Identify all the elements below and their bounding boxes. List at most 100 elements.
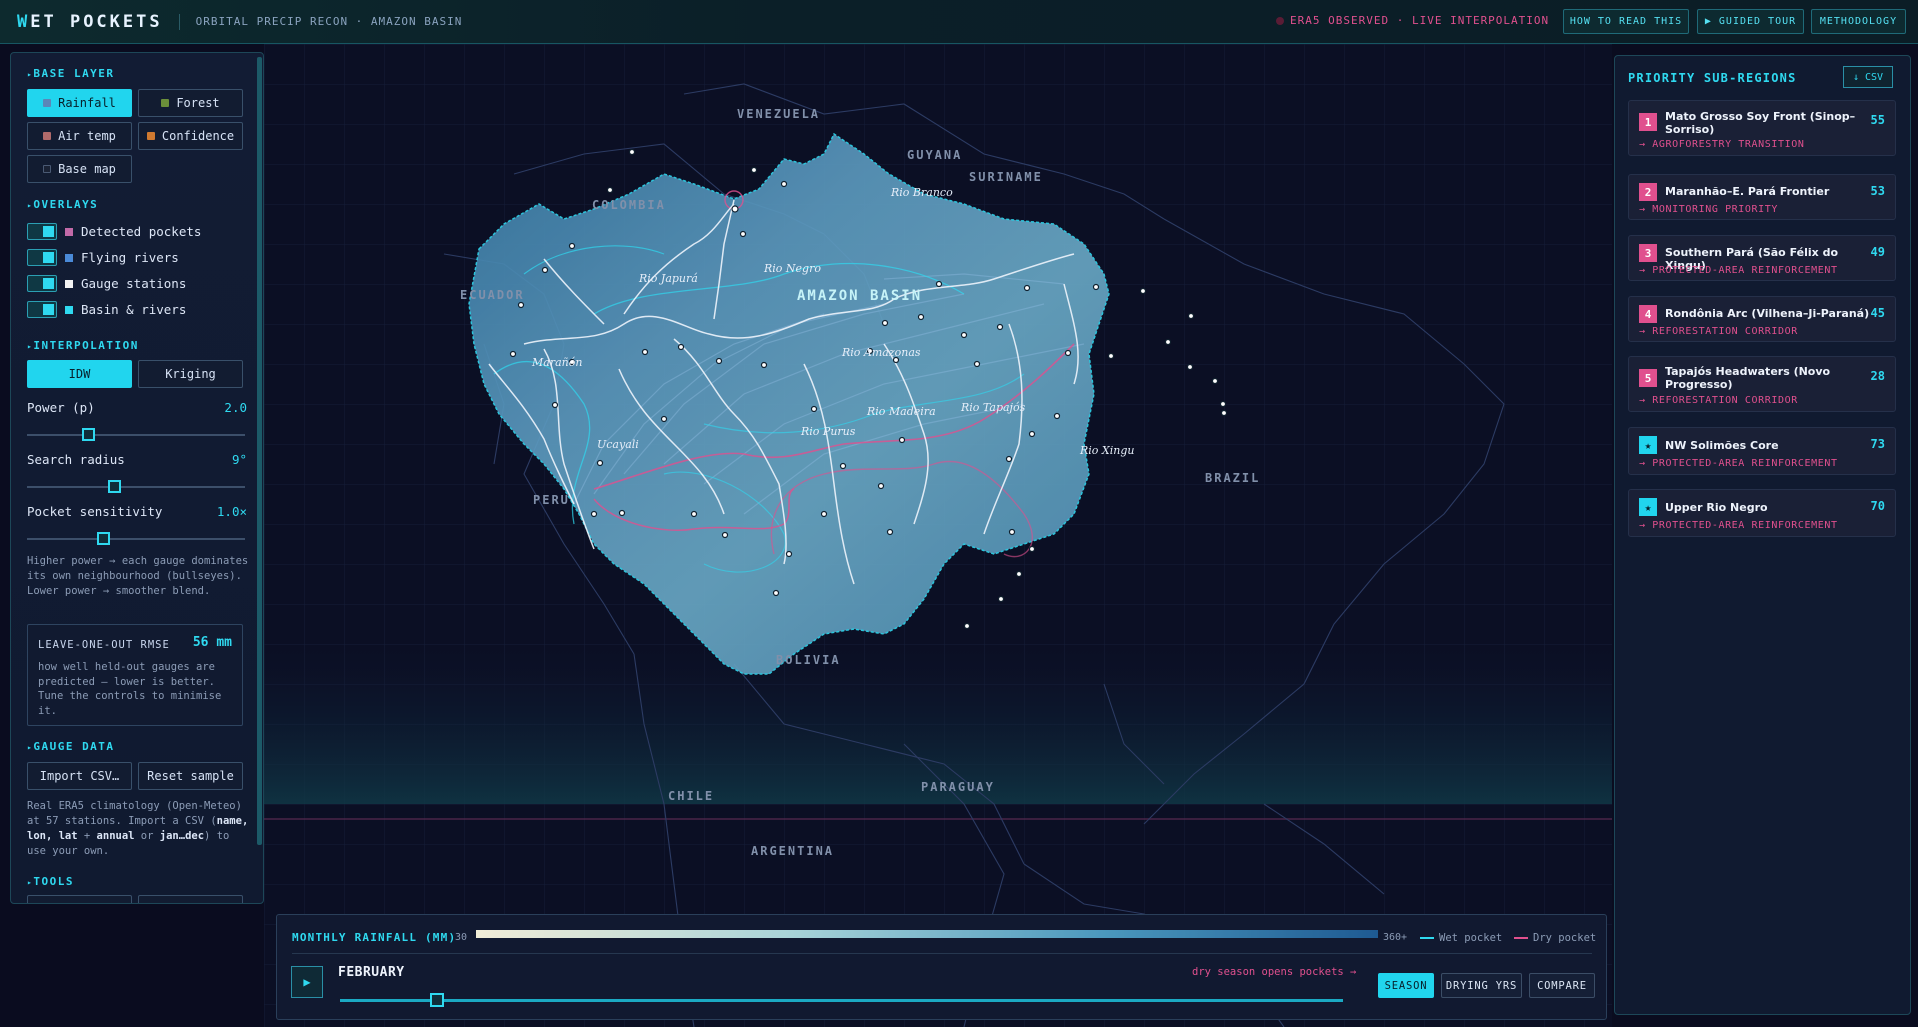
overlay-basin-rivers[interactable]: Basin & rivers (27, 301, 186, 318)
gauge-swatch-icon (65, 279, 73, 288)
tools-title: TOOLS (27, 875, 74, 888)
timeline-panel: MONTHLY RAINFALL (MM) 30 360+ Wet pocket… (276, 914, 1607, 1020)
basin-label: AMAZON BASIN (797, 288, 922, 304)
region-tag: → AGROFORESTRY TRANSITION (1639, 139, 1805, 150)
layer-rainfall-button[interactable]: Rainfall (27, 89, 132, 117)
reset-sample-button[interactable]: Reset sample (138, 762, 243, 790)
import-csv-button[interactable]: Import CSV… (27, 762, 132, 790)
rmse-card: LEAVE-ONE-OUT RMSE 56 mm how well held-o… (27, 624, 243, 726)
region-card[interactable]: 2 Maranhão–E. Pará Frontier 53 → MONITOR… (1628, 174, 1896, 220)
how-to-read-button[interactable]: HOW TO READ THIS (1563, 9, 1689, 34)
base-layer-title: BASE LAYER (27, 67, 115, 80)
slider-handle[interactable] (97, 532, 111, 545)
methodology-button[interactable]: METHODOLOGY (1811, 9, 1906, 34)
layer-confidence-button[interactable]: Confidence (138, 122, 243, 150)
controls-scrollbar[interactable] (257, 57, 262, 845)
month-slider[interactable] (340, 993, 1343, 1007)
rainfall-color-scale (476, 930, 1378, 938)
slider-handle[interactable] (82, 428, 96, 441)
rank-badge: 1 (1639, 113, 1657, 131)
rmse-value: 56 mm (192, 635, 232, 650)
country-label: PERU (533, 493, 570, 507)
app-logo: WET POCKETS (17, 11, 163, 32)
region-name: Tapajós Headwaters (Novo Progresso) (1665, 365, 1831, 391)
pockets-swatch-icon (65, 227, 73, 236)
region-score: 28 (1870, 369, 1885, 383)
interpolation-title: INTERPOLATION (27, 339, 139, 352)
region-card[interactable]: 3 Southern Pará (São Félix do Xingu) 49 … (1628, 235, 1896, 281)
river-label: Marañón (531, 356, 582, 369)
region-tag: → PROTECTED-AREA REINFORCEMENT (1639, 520, 1838, 531)
timeline-divider (292, 953, 1592, 954)
layer-forest-button[interactable]: Forest (138, 89, 243, 117)
toggle-switch[interactable] (27, 301, 57, 318)
power-slider[interactable] (27, 428, 245, 441)
overlay-gauge-stations[interactable]: Gauge stations (27, 275, 186, 292)
slider-handle[interactable] (108, 480, 122, 493)
region-tag: → PROTECTED-AREA REINFORCEMENT (1639, 265, 1838, 276)
region-score: 73 (1870, 437, 1885, 451)
overlays-title: OVERLAYS (27, 198, 98, 211)
sensitivity-slider[interactable] (27, 532, 245, 545)
airtemp-swatch-icon (43, 132, 52, 140)
play-icon: ▶ (303, 975, 311, 989)
radius-param: Search radius 9° (27, 452, 247, 467)
region-score: 53 (1870, 184, 1885, 198)
header-divider (178, 13, 180, 30)
overlay-detected-pockets[interactable]: Detected pockets (27, 223, 201, 240)
country-label: GUYANA (907, 148, 962, 162)
rmse-title: LEAVE-ONE-OUT RMSE (38, 639, 170, 651)
rank-badge: 4 (1639, 305, 1657, 323)
toggle-switch[interactable] (27, 249, 57, 266)
play-button[interactable]: ▶ (291, 966, 323, 998)
region-name: Upper Rio Negro (1665, 501, 1768, 514)
map-svg[interactable]: VENEZUELA GUYANA SURINAME COLOMBIA ECUAD… (264, 44, 1612, 1027)
region-card[interactable]: 5 Tapajós Headwaters (Novo Progresso) 28… (1628, 356, 1896, 412)
season-hint: dry season opens pockets → (1192, 966, 1357, 978)
region-score: 70 (1870, 499, 1885, 513)
map-canvas[interactable]: VENEZUELA GUYANA SURINAME COLOMBIA ECUAD… (264, 44, 1612, 1027)
toggle-switch[interactable] (27, 275, 57, 292)
legend-min: 30 (455, 932, 468, 943)
month-slider-handle[interactable] (430, 993, 445, 1007)
river-label: Rio Amazonas (841, 346, 921, 359)
tool-button[interactable] (27, 895, 132, 903)
method-idw-button[interactable]: IDW (27, 360, 132, 388)
country-label: ECUADOR (460, 288, 525, 302)
priority-title: PRIORITY SUB-REGIONS (1628, 71, 1797, 85)
gauge-note: Real ERA5 climatology (Open-Meteo) at 57… (27, 800, 249, 857)
star-badge-icon: ★ (1639, 436, 1657, 454)
toggle-switch[interactable] (27, 223, 57, 240)
region-name: Rondônia Arc (Vilhena–Ji-Paraná) (1665, 307, 1870, 320)
gauge-data-title: GAUGE DATA (27, 740, 115, 753)
country-label: SURINAME (969, 170, 1043, 184)
mode-compare-button[interactable]: COMPARE (1529, 973, 1595, 998)
region-card[interactable]: ★ Upper Rio Negro 70 → PROTECTED-AREA RE… (1628, 489, 1896, 537)
region-card[interactable]: 4 Rondônia Arc (Vilhena–Ji-Paraná) 45 → … (1628, 296, 1896, 342)
country-label: VENEZUELA (737, 107, 820, 121)
region-card[interactable]: 1 Mato Grosso Soy Front (Sinop–Sorriso) … (1628, 100, 1896, 156)
country-label: BOLIVIA (776, 653, 841, 667)
layer-airtemp-button[interactable]: Air temp (27, 122, 132, 150)
legend-dry-pocket: Dry pocket (1514, 932, 1596, 944)
radius-slider[interactable] (27, 480, 245, 493)
guided-tour-button[interactable]: ▶ GUIDED TOUR (1697, 9, 1804, 34)
region-name: NW Solimões Core (1665, 439, 1779, 452)
country-label: ARGENTINA (751, 844, 834, 858)
flying-rivers-swatch-icon (65, 253, 73, 262)
export-csv-button[interactable]: ↓ CSV (1843, 66, 1893, 88)
country-label: CHILE (668, 789, 714, 803)
region-card[interactable]: ★ NW Solimões Core 73 → PROTECTED-AREA R… (1628, 427, 1896, 475)
layer-basemap-button[interactable]: Base map (27, 155, 132, 183)
method-kriging-button[interactable]: Kriging (138, 360, 243, 388)
river-label: Rio Madeira (866, 405, 936, 418)
river-label: Rio Purus (800, 425, 856, 438)
confidence-swatch-icon (146, 132, 155, 140)
tool-button[interactable] (138, 895, 243, 903)
priority-panel: PRIORITY SUB-REGIONS ↓ CSV 1 Mato Grosso… (1614, 55, 1911, 1015)
mode-season-button[interactable]: SEASON (1378, 973, 1434, 998)
mode-drying-years-button[interactable]: DRYING YRS (1441, 973, 1522, 998)
region-score: 45 (1870, 306, 1885, 320)
legend-title: MONTHLY RAINFALL (MM) (292, 931, 457, 944)
overlay-flying-rivers[interactable]: Flying rivers (27, 249, 179, 266)
